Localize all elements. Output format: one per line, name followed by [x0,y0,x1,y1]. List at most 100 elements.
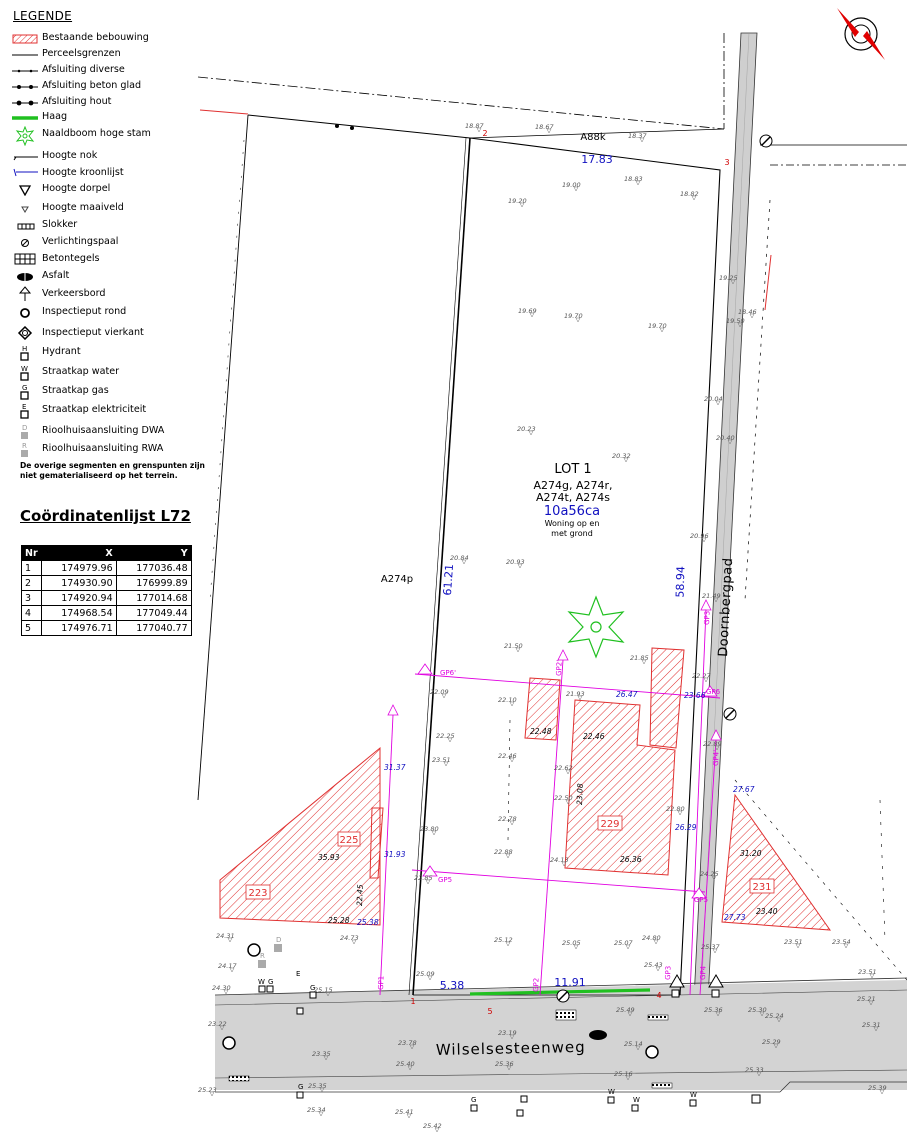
legend-item: Haag [0,109,205,126]
legend-item: R Rioolhuisaansluiting RWA [0,441,205,458]
svg-text:G: G [471,1096,476,1104]
conifer-tree-icon [567,595,625,659]
cornice-height: 31.37 [384,763,406,772]
svg-text:W: W [690,1091,697,1099]
gp5-east-label: GP5 [694,896,708,904]
conifer-tree-icon [12,125,38,147]
fence-far-west-dots [209,139,245,601]
legend-item-label: Hoogte kroonlijst [42,167,124,178]
legend-title: LEGENDE [13,9,73,23]
svg-text:G: G [310,984,315,992]
legend-item: Hoogte dorpel [0,181,205,198]
fence-west [408,137,467,996]
asphalt-icon [589,1030,607,1040]
legend-item-label: Betontegels [42,253,100,264]
lamp-post-icon [723,707,737,721]
legend-item-label: Hoogte nok [42,150,98,161]
table-cell-y: 177014.68 [115,590,192,606]
svg-text:D: D [276,936,281,944]
legend-item-label: Asfalt [42,270,70,281]
fence-various-north [197,76,725,130]
lamp-post-icon [12,234,38,251]
gp1-label: GP1 [377,976,385,990]
drain-icon [12,217,38,234]
sewer-dwa-icon: D [12,423,38,440]
legend-item-label: Verkeersbord [42,288,106,299]
water-cap-icon: W [12,364,38,381]
traffic-sign-icon [12,286,38,303]
hatched-building-icon [12,30,38,47]
table-cell-y: 177040.77 [115,620,192,636]
concrete-tiles-icon [12,251,38,268]
table-row: 3 174920.94 177014.68 [21,590,192,606]
building-223-number: 223 [248,888,267,899]
table-cell-nr: 2 [21,575,42,591]
legend-item-label: Haag [42,111,68,122]
spot-height: 18.67 [535,123,554,131]
legend-item: Verkeersbord [0,286,205,303]
table-header-nr: Nr [21,545,42,561]
svg-text:E: E [296,970,300,978]
hedge-icon [12,109,38,126]
legend-item: Inspectieput rond [0,304,205,321]
fence-various-icon [12,62,38,79]
svg-text:H: H [22,345,27,353]
legend-item: Betontegels [0,251,205,268]
sewer-rwa-icon: R [12,441,38,458]
red-boundary-mark [199,109,249,115]
hydrant-icon: H [12,344,38,361]
svg-text:G: G [22,384,27,392]
asphalt-icon [12,268,38,285]
table-header-row: Nr X Y [21,545,192,561]
spot-height: 18.37 [628,132,647,140]
lamp-post-icon [556,989,570,1003]
building-225-number: 225 [339,835,358,846]
legend-item-label: Afsluiting hout [42,96,112,107]
coordinates-title: Coördinatenlijst L72 [20,507,191,525]
legend-item-label: Inspectieput rond [42,306,127,317]
cornice-height-icon [12,165,38,182]
legend-item-label: Afsluiting beton glad [42,80,142,91]
concrete-tiles-icon [555,1009,577,1021]
table-cell-x: 174979.96 [40,560,117,576]
legend-item-label: Straatkap water [42,366,120,377]
point-number-4: 4 [656,991,661,1000]
table-row: 5 174976.71 177040.77 [21,620,192,636]
manhole-round-icon [12,304,38,321]
point-number-5: 5 [487,1007,492,1016]
cornice-height: 27.67 [733,785,755,794]
ridge-height-23-40: 23.40 [756,907,778,916]
table-cell-x: 174920.94 [40,590,117,606]
fence-southeast-2 [879,799,886,941]
legend-item-label: Straatkap elektriciteit [42,404,147,415]
building-229-annex [649,647,685,749]
building-225 [369,807,384,879]
cornice-height: 23.66 [684,691,706,700]
legend-item: Afsluiting beton glad [0,78,205,95]
legend-item-label: Rioolhuisaansluiting RWA [42,443,164,454]
parcel-north: A88k [580,132,606,143]
legend-item: Inspectieput vierkant [0,325,205,342]
legend-item: Asfalt [0,268,205,285]
gp4-prime-label: GP4' [712,750,721,766]
table-cell-y: 177049.44 [115,605,192,621]
street-wilselsesteenweg: Wilselsesteenweg [436,1038,586,1059]
threshold-height-icon [12,181,38,198]
spot-height: 25.07 [614,939,633,947]
svg-text:R: R [260,952,265,960]
table-row: 4 174968.54 177049.44 [21,605,192,621]
legend-item: Hoogte nok [0,148,205,165]
ridge-height-229: 26.36 [620,855,642,864]
ridge-height-icon [12,148,38,165]
gas-cap-icon: G [12,383,38,400]
lot-name: LOT 1 [554,462,591,477]
svg-text:E: E [22,403,26,411]
legend-item: Afsluiting diverse [0,62,205,79]
table-header-x: X [40,545,117,561]
svg-text:W: W [21,365,28,373]
building-229-number: 229 [600,819,619,830]
dim-west: 61.21 [441,564,456,596]
cornice-height: 27.73 [724,913,746,922]
lot-use-1: Woning op en [545,519,600,528]
table-cell-nr: 3 [21,590,42,606]
